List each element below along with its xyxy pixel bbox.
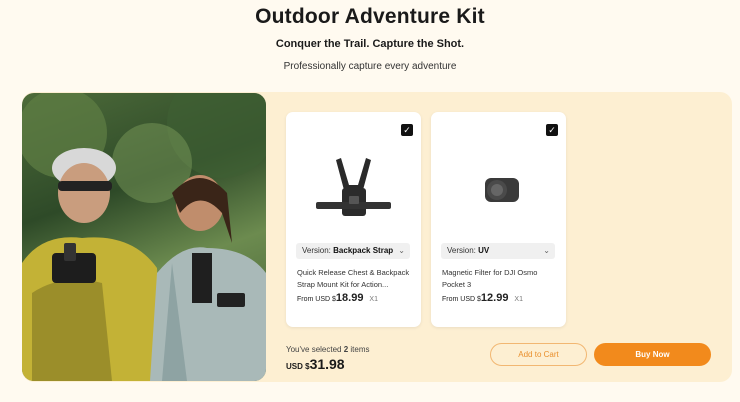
total-price: USD $31.98 bbox=[286, 356, 370, 372]
price-amount: 12.99 bbox=[480, 292, 509, 304]
quantity-label: X1 bbox=[514, 296, 523, 303]
price-currency: USD $ bbox=[460, 296, 481, 303]
version-value: Backpack Strap bbox=[333, 246, 394, 255]
buy-now-button[interactable]: Buy Now bbox=[594, 343, 711, 366]
total-currency: USD $ bbox=[286, 362, 310, 371]
product-name[interactable]: Magnetic Filter for DJI Osmo Pocket 3 bbox=[442, 267, 560, 291]
selected-count-text: You've selected 2 items bbox=[286, 345, 370, 354]
product-card[interactable]: ✓ Version: Backpack Strap ⌄ Quick Releas… bbox=[286, 112, 421, 327]
product-card[interactable]: ✓ Version: UV ⌄ Magnetic Filter for DJI … bbox=[431, 112, 566, 327]
total-amount: 31.98 bbox=[309, 356, 345, 372]
check-icon[interactable]: ✓ bbox=[546, 124, 558, 136]
price-prefix: From bbox=[297, 296, 314, 303]
quantity-label: X1 bbox=[369, 296, 378, 303]
price-amount: 18.99 bbox=[335, 292, 364, 304]
version-value: UV bbox=[478, 246, 490, 255]
selection-summary: You've selected 2 items USD $31.98 bbox=[286, 345, 370, 372]
version-label: Version: bbox=[302, 246, 334, 255]
selected-suffix: items bbox=[348, 345, 370, 354]
chest-strap-image bbox=[296, 140, 411, 240]
price-prefix: From bbox=[442, 296, 459, 303]
price-row: From USD $12.99 X1 bbox=[442, 292, 523, 304]
add-to-cart-button[interactable]: Add to Cart bbox=[490, 343, 587, 366]
page-title: Outdoor Adventure Kit bbox=[255, 5, 485, 28]
filter-image bbox=[441, 140, 556, 240]
hero-image bbox=[22, 93, 266, 381]
price-row: From USD $18.99 X1 bbox=[297, 292, 378, 304]
version-label: Version: bbox=[447, 246, 479, 255]
chevron-down-icon: ⌄ bbox=[398, 246, 405, 255]
page-tagline: Professionally capture every adventure bbox=[283, 61, 457, 72]
version-select[interactable]: Version: UV ⌄ bbox=[441, 243, 555, 259]
check-icon[interactable]: ✓ bbox=[401, 124, 413, 136]
product-name[interactable]: Quick Release Chest & Backpack Strap Mou… bbox=[297, 267, 415, 291]
chevron-down-icon: ⌄ bbox=[543, 246, 550, 255]
version-select[interactable]: Version: Backpack Strap ⌄ bbox=[296, 243, 410, 259]
selected-prefix: You've selected bbox=[286, 345, 344, 354]
page-subtitle: Conquer the Trail. Capture the Shot. bbox=[275, 38, 465, 50]
price-currency: USD $ bbox=[315, 296, 336, 303]
